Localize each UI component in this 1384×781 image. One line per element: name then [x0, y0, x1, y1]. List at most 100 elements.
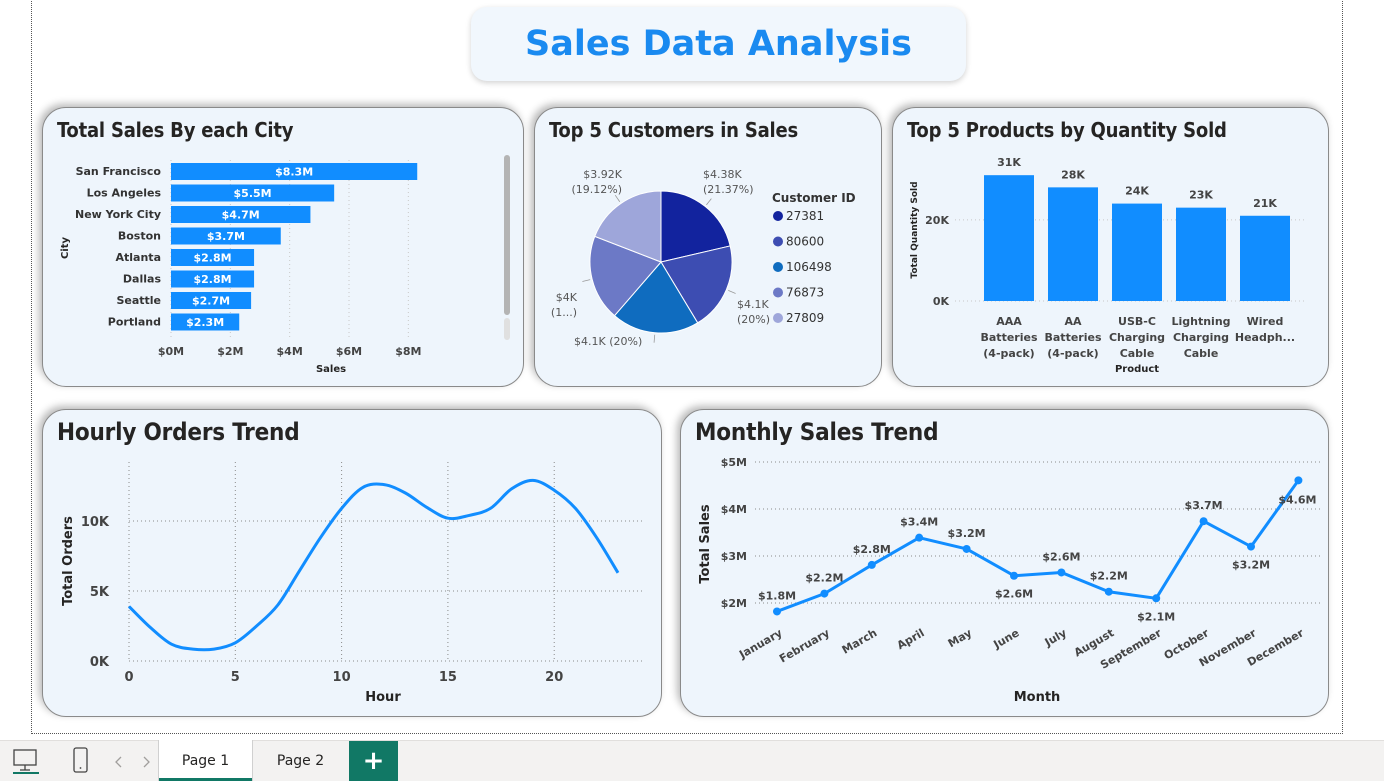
products-bar — [1048, 187, 1098, 301]
pie-legend-marker — [773, 287, 783, 298]
products-category-label: Batteries — [981, 331, 1038, 344]
city-category-label: San Francisco — [76, 165, 162, 178]
monthly-x-tick-label: April — [895, 626, 927, 652]
pie-leader-line — [706, 198, 712, 206]
hourly-x-tick-label: 5 — [231, 670, 240, 685]
add-page-button[interactable]: + — [349, 741, 398, 781]
city-category-label: Seattle — [116, 294, 161, 307]
products-bar-chart: 0K 20K 31K AAA Batteries (4-pack) 28K AA Batteri… — [910, 156, 1305, 375]
pie-leader-line — [653, 334, 656, 343]
products-category-label: Charging — [1109, 331, 1165, 344]
hourly-y-tick-label: 0K — [90, 655, 110, 670]
tab-page-2-label: Page 2 — [276, 752, 325, 769]
pie-legend-marker — [773, 236, 783, 247]
products-bar — [1176, 207, 1226, 301]
monthly-data-label: $3.4M — [900, 516, 938, 529]
city-x-tick-label: $0M — [158, 345, 184, 358]
products-bar — [1240, 215, 1290, 301]
pie-legend-label: 80600 — [786, 235, 824, 249]
monthly-data-label: $2.1M — [1137, 610, 1175, 623]
monthly-data-label: $3.2M — [1232, 559, 1270, 572]
products-category-label: Wired — [1247, 315, 1284, 328]
add-page-icon: + — [362, 746, 385, 776]
city-x-tick-label: $4M — [277, 345, 303, 358]
tab-page-1-label: Page 1 — [181, 752, 230, 769]
products-category-label: AA — [1064, 315, 1082, 328]
monthly-data-point — [1199, 517, 1208, 526]
monthly-data-point — [1104, 587, 1113, 596]
monthly-card[interactable]: Monthly Sales Trend $2M $3M $4M $5M $1.8M Jan… — [680, 409, 1329, 717]
monthly-data-label: $3.7M — [1185, 499, 1223, 512]
monthly-data-label: $3.2M — [948, 527, 986, 540]
products-category-label: (4-pack) — [983, 347, 1034, 360]
prev-page-icon[interactable] — [113, 755, 125, 769]
customers-card[interactable]: Top 5 Customers in Sales $4.38K (21.37%) $… — [534, 107, 882, 387]
pie-legend-label: 106498 — [786, 260, 832, 274]
hourly-y-axis-title: Total Orders — [61, 516, 76, 606]
city-data-label: $2.3M — [186, 316, 224, 329]
monthly-y-tick-label: $2M — [721, 597, 747, 610]
monthly-data-point — [820, 589, 829, 598]
monthly-x-tick-label: January — [736, 626, 784, 661]
city-category-label: New York City — [75, 208, 161, 221]
city-sales-card[interactable]: Total Sales By each City $0M $2M $4M $6M $8M… — [42, 107, 524, 387]
city-data-label: $5.5M — [234, 187, 272, 200]
monthly-data-label: $4.6M — [1278, 493, 1316, 506]
customers-pie-chart: $4.38K (21.37%) $4.1K (20%) $4.1K (20%) $4K (1… — [551, 168, 856, 348]
products-card[interactable]: Top 5 Products by Quantity Sold 0K 20K 31K… — [892, 107, 1329, 387]
tab-page-2[interactable]: Page 2 — [253, 740, 348, 781]
monthly-y-tick-label: $3M — [721, 550, 747, 563]
pie-data-label: $4.38K — [703, 168, 742, 181]
monthly-y-tick-label: $4M — [721, 503, 747, 516]
monthly-x-tick-label: May — [946, 626, 974, 650]
hourly-x-tick-label: 20 — [545, 670, 563, 685]
pie-legend-title: Customer ID — [772, 191, 856, 205]
mobile-view-icon[interactable] — [72, 747, 90, 775]
report-canvas: Sales Data Analysis Total Sales By each … — [0, 0, 1384, 781]
hourly-series-line — [127, 478, 620, 652]
desktop-view-icon[interactable] — [12, 748, 40, 774]
products-data-label: 31K — [997, 156, 1021, 169]
monthly-x-tick-label: June — [991, 626, 1022, 651]
hourly-x-tick-label: 0 — [124, 670, 133, 685]
monthly-data-label: $2.8M — [853, 543, 891, 556]
products-category-label: Cable — [1184, 347, 1219, 360]
products-data-label: 23K — [1189, 189, 1213, 202]
city-data-label: $2.8M — [193, 252, 231, 265]
city-scrollbar-track — [504, 318, 510, 340]
products-y-tick-label: 0K — [933, 295, 950, 308]
hourly-card[interactable]: Hourly Orders Trend 0 5 10 15 20 0K 5K 10K Hour T… — [42, 409, 662, 717]
city-y-axis-title: City — [60, 236, 71, 259]
products-data-label: 28K — [1061, 168, 1085, 181]
products-bar — [1112, 203, 1162, 301]
monthly-y-axis-title: Total Sales — [698, 504, 713, 583]
products-category-label: Charging — [1173, 331, 1229, 344]
products-category-label: Headph... — [1235, 331, 1295, 344]
city-category-label: Los Angeles — [87, 187, 162, 200]
pie-legend-label: 27809 — [786, 311, 824, 325]
tab-page-1[interactable]: Page 1 — [158, 740, 253, 781]
products-y-axis-title: Total Quantity Sold — [910, 181, 920, 278]
products-category-label: USB-C — [1118, 315, 1156, 328]
products-x-axis-title: Product — [1115, 364, 1159, 375]
monthly-data-point — [1152, 594, 1161, 603]
pie-data-label: $3.92K — [583, 168, 622, 181]
city-category-label: Boston — [118, 230, 161, 243]
hourly-line-chart: 0 5 10 15 20 0K 5K 10K Hour Total Orders — [61, 462, 643, 705]
pie-legend-label: 27381 — [786, 209, 824, 223]
city-data-label: $4.7M — [222, 209, 260, 222]
monthly-data-label: $1.8M — [758, 589, 796, 602]
monthly-data-label: $2.6M — [995, 588, 1033, 601]
city-x-axis-title: Sales — [316, 364, 346, 375]
city-category-label: Portland — [108, 316, 161, 329]
monthly-x-axis-title: Month — [1014, 690, 1061, 705]
monthly-data-point — [1057, 568, 1066, 577]
city-category-label: Atlanta — [116, 251, 161, 264]
monthly-x-tick-label: March — [840, 626, 880, 656]
city-data-label: $2.7M — [192, 295, 230, 308]
products-category-label: Lightning — [1171, 315, 1230, 328]
next-page-icon[interactable] — [140, 755, 152, 769]
monthly-data-point — [773, 607, 781, 616]
pie-legend-marker — [773, 262, 783, 272]
pie-data-label: $4.1K — [737, 298, 769, 311]
